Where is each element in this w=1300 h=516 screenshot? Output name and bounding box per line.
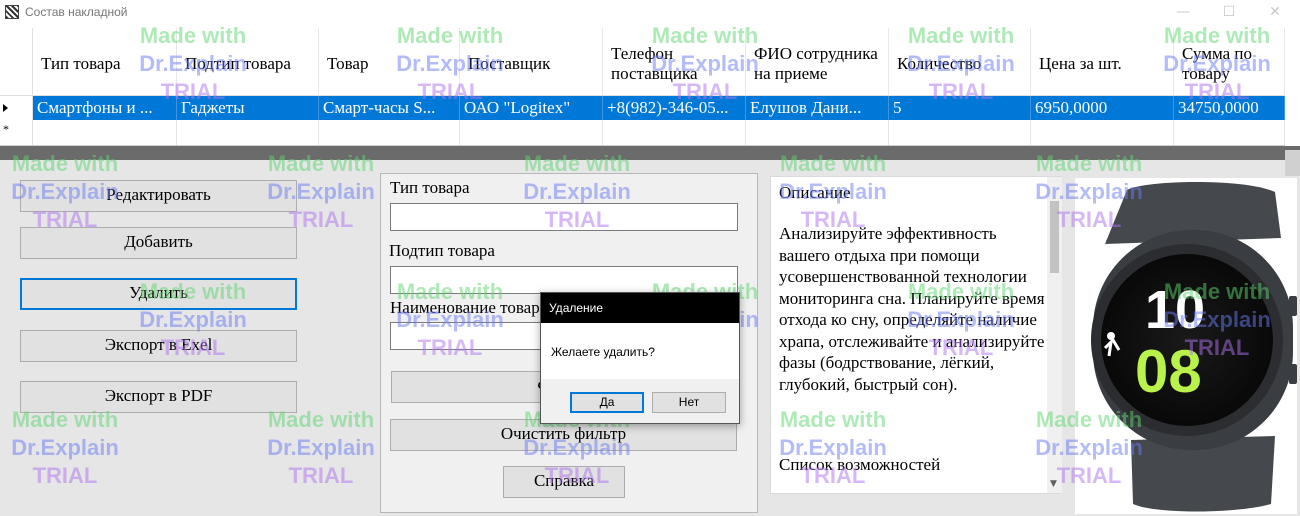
column-header-total[interactable]: Сумма по товару	[1174, 28, 1285, 95]
description-title: Описание	[779, 183, 851, 202]
filter-name-label: Наименование товара	[390, 298, 548, 317]
row-selector[interactable]	[0, 96, 33, 120]
close-button[interactable]: ✕	[1252, 0, 1298, 28]
dialog-footer: Да Нет	[541, 379, 739, 423]
current-row-arrow-icon	[3, 104, 8, 112]
app-icon	[5, 5, 19, 19]
cell-subtype[interactable]: Гаджеты	[177, 96, 319, 120]
maximize-button[interactable]: ☐	[1206, 0, 1252, 28]
watch-hour-text: 10	[1145, 280, 1205, 340]
table-row-new[interactable]: *	[0, 120, 1285, 146]
header-corner	[0, 28, 33, 95]
title-bar: Состав накладной — ☐ ✕	[0, 0, 1300, 28]
delete-button[interactable]: Удалить	[20, 278, 297, 310]
filter-type-label: Тип товара	[390, 178, 470, 197]
new-cell[interactable]	[603, 120, 746, 145]
export-excel-button[interactable]: Экспорт в Exel	[20, 330, 297, 362]
grid-header: Тип товара Подтип товара Товар Поставщик…	[0, 28, 1285, 96]
description-text: Анализируйте эффективность вашего отдыха…	[779, 224, 1045, 394]
filter-type-input[interactable]	[390, 203, 738, 231]
column-header-product[interactable]: Товар	[319, 28, 460, 95]
window-title: Состав накладной	[25, 5, 128, 19]
column-header-quantity[interactable]: Количество	[889, 28, 1031, 95]
dialog-no-button[interactable]: Нет	[652, 392, 726, 413]
dialog-title: Удаление	[541, 293, 739, 323]
cell-quantity[interactable]: 5	[889, 96, 1031, 120]
new-cell[interactable]	[177, 120, 319, 145]
watermark: Made withDr.ExplainTRIAL	[267, 407, 375, 488]
features-title: Список возможностей	[779, 455, 941, 474]
watch-minute-text: 08	[1135, 338, 1202, 405]
new-cell[interactable]	[746, 120, 889, 145]
dialog-message: Желаете удалить?	[551, 345, 655, 359]
add-button[interactable]: Добавить	[20, 227, 297, 259]
grid-scrollbar[interactable]	[1285, 28, 1300, 146]
dialog-yes-button[interactable]: Да	[570, 392, 644, 413]
new-row-star-icon: *	[3, 122, 9, 136]
column-header-type[interactable]: Тип товара	[33, 28, 177, 95]
new-cell[interactable]	[33, 120, 177, 145]
column-header-employee[interactable]: ФИО сотрудника на приеме	[746, 28, 889, 95]
watermark: Made withDr.ExplainTRIAL	[11, 407, 119, 488]
new-row-selector[interactable]: *	[0, 120, 33, 145]
cell-supplier-phone[interactable]: +8(982)-346-05...	[603, 96, 746, 120]
cell-type[interactable]: Смартфоны и ...	[33, 96, 177, 120]
form-scrollbar[interactable]	[1285, 150, 1300, 176]
invoice-grid[interactable]: Тип товара Подтип товара Товар Поставщик…	[0, 28, 1285, 146]
filter-subtype-label: Подтип товара	[389, 241, 495, 260]
column-header-supplier[interactable]: Поставщик	[460, 28, 603, 95]
column-header-supplier-phone[interactable]: Телефон поставщика	[603, 28, 746, 95]
cell-product[interactable]: Смарт-часы S...	[319, 96, 460, 120]
new-cell[interactable]	[1174, 120, 1285, 145]
new-cell[interactable]	[1031, 120, 1174, 145]
description-box[interactable]: Описание Анализируйте эффективность ваше…	[770, 176, 1062, 494]
cell-total[interactable]: 34750,0000	[1174, 96, 1285, 120]
scroll-down-icon[interactable]: ▼	[1050, 479, 1057, 489]
description-scroll-thumb[interactable]	[1050, 201, 1059, 273]
column-header-unit-price[interactable]: Цена за шт.	[1031, 28, 1174, 95]
cell-supplier[interactable]: ОАО "Logitex"	[460, 96, 603, 120]
minimize-button[interactable]: —	[1160, 0, 1206, 28]
help-button[interactable]: Справка	[503, 466, 625, 498]
new-cell[interactable]	[889, 120, 1031, 145]
new-cell[interactable]	[460, 120, 603, 145]
cell-employee[interactable]: Елушов Дани...	[746, 96, 889, 120]
description-scrollbar[interactable]: ▼	[1047, 177, 1062, 493]
table-row-selected[interactable]: Смартфоны и ... Гаджеты Смарт-часы S... …	[0, 96, 1285, 120]
export-pdf-button[interactable]: Экспорт в PDF	[20, 381, 297, 413]
cell-unit-price[interactable]: 6950,0000	[1031, 96, 1174, 120]
grid-panel-separator	[0, 146, 1300, 160]
new-cell[interactable]	[319, 120, 460, 145]
filter-subtype-input[interactable]	[390, 266, 738, 294]
delete-confirm-dialog: Удаление Желаете удалить? Да Нет	[540, 292, 740, 424]
edit-button[interactable]: Редактировать	[20, 180, 297, 212]
product-image: 10 08	[1075, 178, 1297, 514]
smartwatch-image: 10 08	[1091, 182, 1297, 512]
column-header-subtype[interactable]: Подтип товара	[177, 28, 319, 95]
